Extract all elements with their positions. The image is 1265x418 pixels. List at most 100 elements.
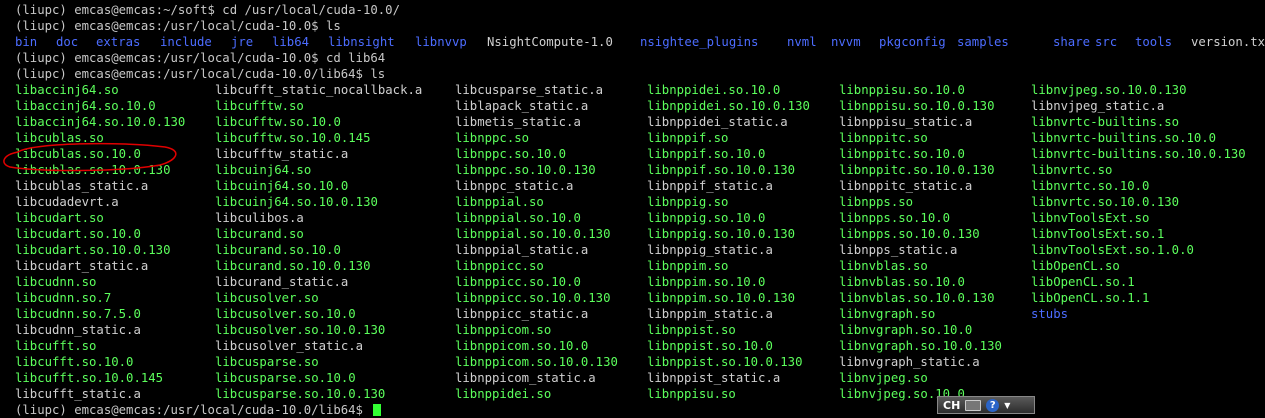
ls-entry: libnppig.so xyxy=(647,195,729,209)
ls-entry: libnppc_static.a xyxy=(455,179,574,193)
ls-entry: extras xyxy=(96,35,141,49)
ls-entry: libnppitc_static.a xyxy=(839,179,973,193)
ls-entry: libnppial_static.a xyxy=(455,243,589,257)
ls-entry: share xyxy=(1053,35,1091,49)
ls-entry: libnppitc.so.10.0 xyxy=(839,147,965,161)
ls-entry: nvvm xyxy=(831,35,861,49)
ls-entry: libnppicc_static.a xyxy=(455,307,589,321)
terminal-line: (liupc) emcas@emcas:~/soft$ cd /usr/loca… xyxy=(15,3,400,17)
ls-entry: libcufft_static_nocallback.a xyxy=(215,83,423,97)
ls-entry: libnppisu_static.a xyxy=(839,115,973,129)
ls-entry: libnppim.so.10.0.130 xyxy=(647,291,796,305)
ls-entry: libnpps.so.10.0.130 xyxy=(839,227,980,241)
ls-entry: libnvvp xyxy=(415,35,467,49)
ls-entry: libnppicom.so xyxy=(455,323,552,337)
ls-entry: libcusolver.so.10.0 xyxy=(215,307,356,321)
ls-entry: libaccinj64.so.10.0.130 xyxy=(15,115,186,129)
ls-entry: libnvjpeg.so.10.0.130 xyxy=(1031,83,1187,97)
ls-entry: libnvblas.so.10.0.130 xyxy=(839,291,995,305)
ls-entry: bin xyxy=(15,35,38,49)
ls-entry: libnppidei.so xyxy=(455,387,552,401)
ls-entry: libaccinj64.so.10.0 xyxy=(15,99,156,113)
ls-entry: tools xyxy=(1135,35,1173,49)
ls-entry: libcudart.so xyxy=(15,211,104,225)
ls-entry: libnvblas.so xyxy=(839,259,928,273)
ls-entry: libnppig.so.10.0.130 xyxy=(647,227,796,241)
ls-entry: libnvgraph.so.10.0 xyxy=(839,323,973,337)
ls-entry: nsightee_plugins xyxy=(640,35,759,49)
ls-entry: libnpps.so.10.0 xyxy=(839,211,951,225)
ls-entry: libnppisu.so xyxy=(647,387,736,401)
ls-entry: libnppisu.so.10.0.130 xyxy=(839,99,995,113)
ls-entry: libnvrtc-builtins.so.10.0.130 xyxy=(1031,147,1246,161)
ls-entry: libnsight xyxy=(328,35,395,49)
prompt-text: (liupc) emcas@emcas:/usr/local/cuda-10.0… xyxy=(15,403,371,417)
ls-entry: libcufftw.so xyxy=(215,99,304,113)
ls-entry: libcurand.so.10.0 xyxy=(215,243,341,257)
ls-entry: libnppif_static.a xyxy=(647,179,773,193)
ls-entry: libnvrtc.so.10.0.130 xyxy=(1031,195,1180,209)
ls-entry: libnpps.so xyxy=(839,195,914,209)
ls-entry: libcurand.so.10.0.130 xyxy=(215,259,371,273)
ls-entry: libnppc.so xyxy=(455,131,530,145)
ls-entry: libnppc.so.10.0.130 xyxy=(455,163,596,177)
ls-entry: libnvgraph_static.a xyxy=(839,355,980,369)
ls-entry: libcudadevrt.a xyxy=(15,195,119,209)
ls-entry: libnppidei.so.10.0 xyxy=(647,83,781,97)
help-icon[interactable]: ? xyxy=(986,398,1000,412)
ls-entry: libcufft.so xyxy=(15,339,97,353)
ls-entry: version.txt xyxy=(1191,35,1265,49)
ls-entry: libcudnn.so xyxy=(15,275,97,289)
ls-entry: libcusparse.so.10.0.130 xyxy=(215,387,386,401)
ls-entry: libcusolver.so xyxy=(215,291,319,305)
chevron-down-icon[interactable]: ▼ xyxy=(1004,401,1010,410)
ime-toolbar[interactable]: CH ? ▼ xyxy=(937,396,1035,414)
ls-entry: libcusolver_static.a xyxy=(215,339,364,353)
terminal-window[interactable]: (liupc) emcas@emcas:~/soft$ cd /usr/loca… xyxy=(0,0,1265,417)
ls-entry: libcufftw_static.a xyxy=(215,147,349,161)
ls-entry: libcusparse.so.10.0 xyxy=(215,371,356,385)
ls-entry: libnppial.so.10.0.130 xyxy=(455,227,611,241)
ls-entry: libnppig.so.10.0 xyxy=(647,211,766,225)
ls-entry: src xyxy=(1095,35,1118,49)
ls-entry: libnppidei_static.a xyxy=(647,115,788,129)
ls-entry: libcuinj64.so.10.0.130 xyxy=(215,195,378,209)
ls-entry: libnvToolsExt.so.1.0.0 xyxy=(1031,243,1194,257)
ls-entry: libcufft_static.a xyxy=(15,387,141,401)
final-prompt[interactable]: (liupc) emcas@emcas:/usr/local/cuda-10.0… xyxy=(15,402,382,418)
ls-entry: libcublas_static.a xyxy=(15,179,149,193)
ls-entry: libcufft.so.10.0.145 xyxy=(15,371,164,385)
ls-entry: doc xyxy=(56,35,79,49)
ls-entry: samples xyxy=(957,35,1009,49)
ls-entry: include xyxy=(160,35,212,49)
ls-entry: libnvrtc-builtins.so.10.0 xyxy=(1031,131,1217,145)
ls-entry: libcudnn.so.7.5.0 xyxy=(15,307,141,321)
ls-entry: libcusparse.so xyxy=(215,355,319,369)
ls-entry: libnvjpeg_static.a xyxy=(1031,99,1165,113)
ls-entry: libnppif.so.10.0 xyxy=(647,147,766,161)
ls-entry: pkgconfig xyxy=(879,35,946,49)
ls-entry: libcurand.so xyxy=(215,227,304,241)
keyboard-icon[interactable] xyxy=(965,399,982,411)
ls-entry: libcudnn_static.a xyxy=(15,323,141,337)
ls-entry: libnppim.so.10.0 xyxy=(647,275,766,289)
ls-entry: libcudart.so.10.0.130 xyxy=(15,243,171,257)
ls-entry: libOpenCL.so.1 xyxy=(1031,275,1135,289)
ls-entry: libcurand_static.a xyxy=(215,275,349,289)
ls-entry: jre xyxy=(231,35,254,49)
ls-entry: libcufft.so.10.0 xyxy=(15,355,134,369)
ls-entry: NsightCompute-1.0 xyxy=(487,35,613,49)
ls-entry: libnppif.so.10.0.130 xyxy=(647,163,796,177)
ls-entry: libmetis_static.a xyxy=(455,115,581,129)
ls-entry: libcublas.so.10.0.130 xyxy=(15,163,171,177)
ls-entry: libnvgraph.so.10.0.130 xyxy=(839,339,1002,353)
terminal-line: (liupc) emcas@emcas:/usr/local/cuda-10.0… xyxy=(15,51,386,65)
ls-entry: lib64 xyxy=(272,35,310,49)
ls-entry: libnppim.so xyxy=(647,259,729,273)
ls-entry: libnpps_static.a xyxy=(839,243,958,257)
ime-language-label[interactable]: CH xyxy=(943,399,960,412)
ls-entry: libOpenCL.so.1.1 xyxy=(1031,291,1150,305)
ls-entry: libcudart_static.a xyxy=(15,259,149,273)
terminal-line: (liupc) emcas@emcas:/usr/local/cuda-10.0… xyxy=(15,19,341,33)
ls-entry: libnppicc.so xyxy=(455,259,544,273)
